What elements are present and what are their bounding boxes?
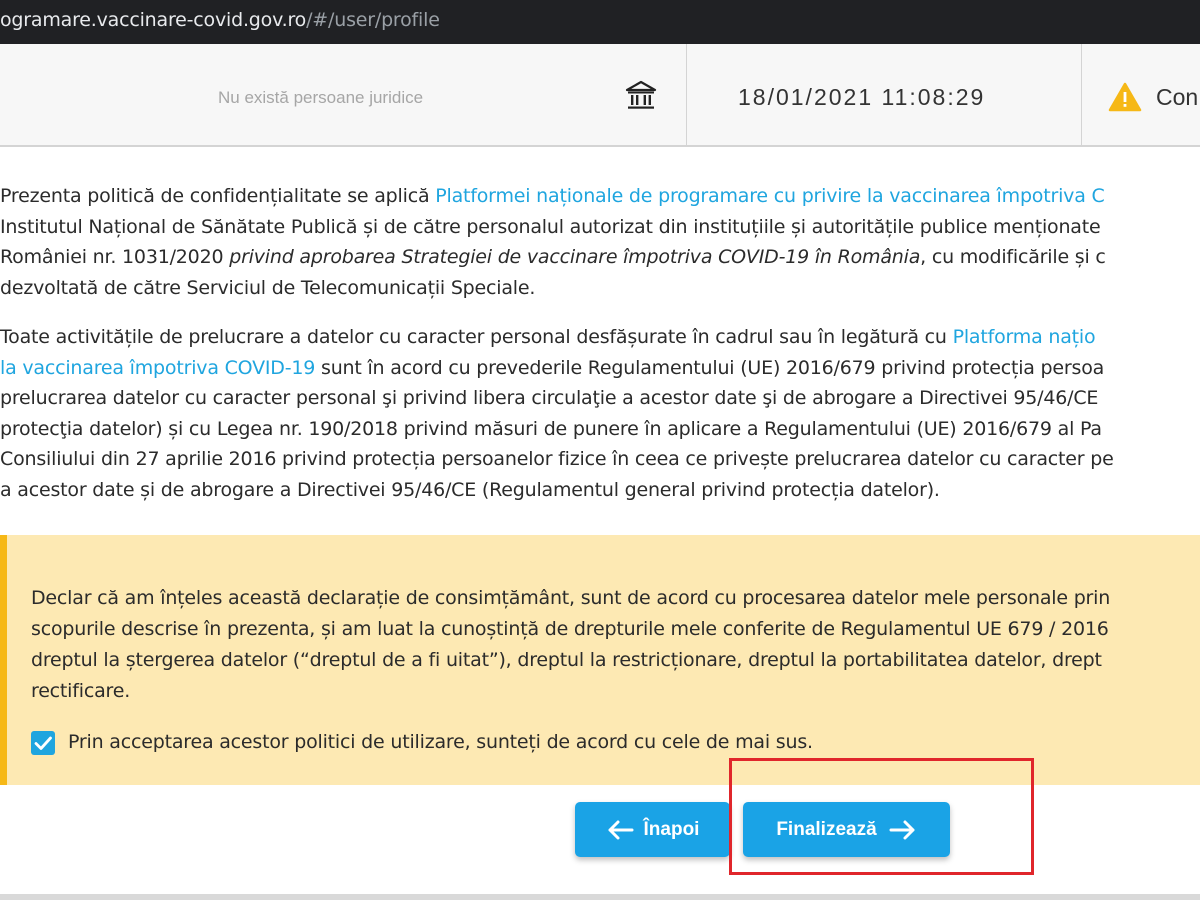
header-divider <box>1081 44 1082 145</box>
url-text[interactable]: ogramare.vaccinare-covid.gov.ro/#/user/p… <box>0 9 440 31</box>
back-button[interactable]: Înapoi <box>575 802 730 857</box>
consent-line: Declar că am înțeles această declarație … <box>31 587 1111 609</box>
policy-line: prelucrarea datelor cu caracter personal… <box>0 387 1099 409</box>
legal-entities-text: Nu există persoane juridice <box>218 88 424 107</box>
accept-policy-label[interactable]: Prin acceptarea acestor politici de util… <box>68 731 813 753</box>
policy-paragraph-2: Toate activitățile de prelucrare a datel… <box>0 322 1200 505</box>
bottom-border <box>0 894 1200 900</box>
policy-line: dezvoltată de către Serviciul de Telecom… <box>0 276 536 299</box>
current-datetime: 18/01/2021 11:08:29 <box>738 84 986 110</box>
policy-italic-text: privind aprobarea Strategiei de vaccinar… <box>229 246 921 268</box>
policy-text: României nr. 1031/2020 <box>0 246 230 268</box>
accept-policy-checkbox[interactable] <box>31 731 55 755</box>
consent-line: scopurile descrise în prezenta, și am lu… <box>31 618 1109 640</box>
account-status-text[interactable]: Con <box>1156 84 1198 111</box>
url-path: /#/user/profile <box>306 9 440 31</box>
arrow-left-icon <box>608 820 634 839</box>
platform-link[interactable]: la vaccinarea împotriva COVID-19 <box>0 357 315 379</box>
policy-text: sunt în acord cu prevederile Regulamentu… <box>315 356 1105 379</box>
consent-box: Declar că am înțeles această declarație … <box>0 535 1200 785</box>
consent-line: dreptul la ștergerea datelor (“dreptul d… <box>31 649 1102 671</box>
policy-paragraph-1: Prezenta politică de confidențialitate s… <box>0 181 1200 303</box>
policy-line: la vaccinarea împotriva COVID-19 sunt în… <box>0 353 1200 384</box>
policy-line: Institutul Național de Sănătate Publică … <box>0 215 1101 238</box>
url-host: ogramare.vaccinare-covid.gov.ro <box>0 9 307 31</box>
consent-declaration: Declar că am înțeles această declarație … <box>31 583 1110 707</box>
platform-link[interactable]: Platforma națio <box>953 326 1096 348</box>
browser-url-bar[interactable]: ogramare.vaccinare-covid.gov.ro/#/user/p… <box>0 0 1200 44</box>
policy-text: Prezenta politică de confidențialitate s… <box>0 185 436 207</box>
policy-text: Toate activitățile de prelucrare a datel… <box>0 326 953 348</box>
consent-line: rectificare. <box>31 680 131 702</box>
policy-line: Consiliului din 27 aprilie 2016 privind … <box>0 448 1114 470</box>
policy-line: Prezenta politică de confidențialitate s… <box>0 181 1200 212</box>
policy-line: a acestor date și de abrogare a Directiv… <box>0 478 940 501</box>
highlight-annotation-box <box>729 758 1034 875</box>
warning-triangle-icon <box>1108 82 1142 112</box>
back-button-label: Înapoi <box>643 818 700 840</box>
institution-icon[interactable] <box>625 80 657 112</box>
policy-line: Toate activitățile de prelucrare a datel… <box>0 322 1200 353</box>
header-divider <box>686 44 687 145</box>
top-header: Nu există persoane juridice 18/01/2021 1… <box>0 44 1200 147</box>
policy-line: protecţia datelor) și cu Legea nr. 190/2… <box>0 417 1102 440</box>
checkmark-icon <box>34 736 52 750</box>
policy-text: , cu modificările și c <box>920 246 1106 268</box>
platform-link[interactable]: Platformei naționale de programare cu pr… <box>435 185 1105 207</box>
policy-line: României nr. 1031/2020 privind aprobarea… <box>0 242 1200 273</box>
